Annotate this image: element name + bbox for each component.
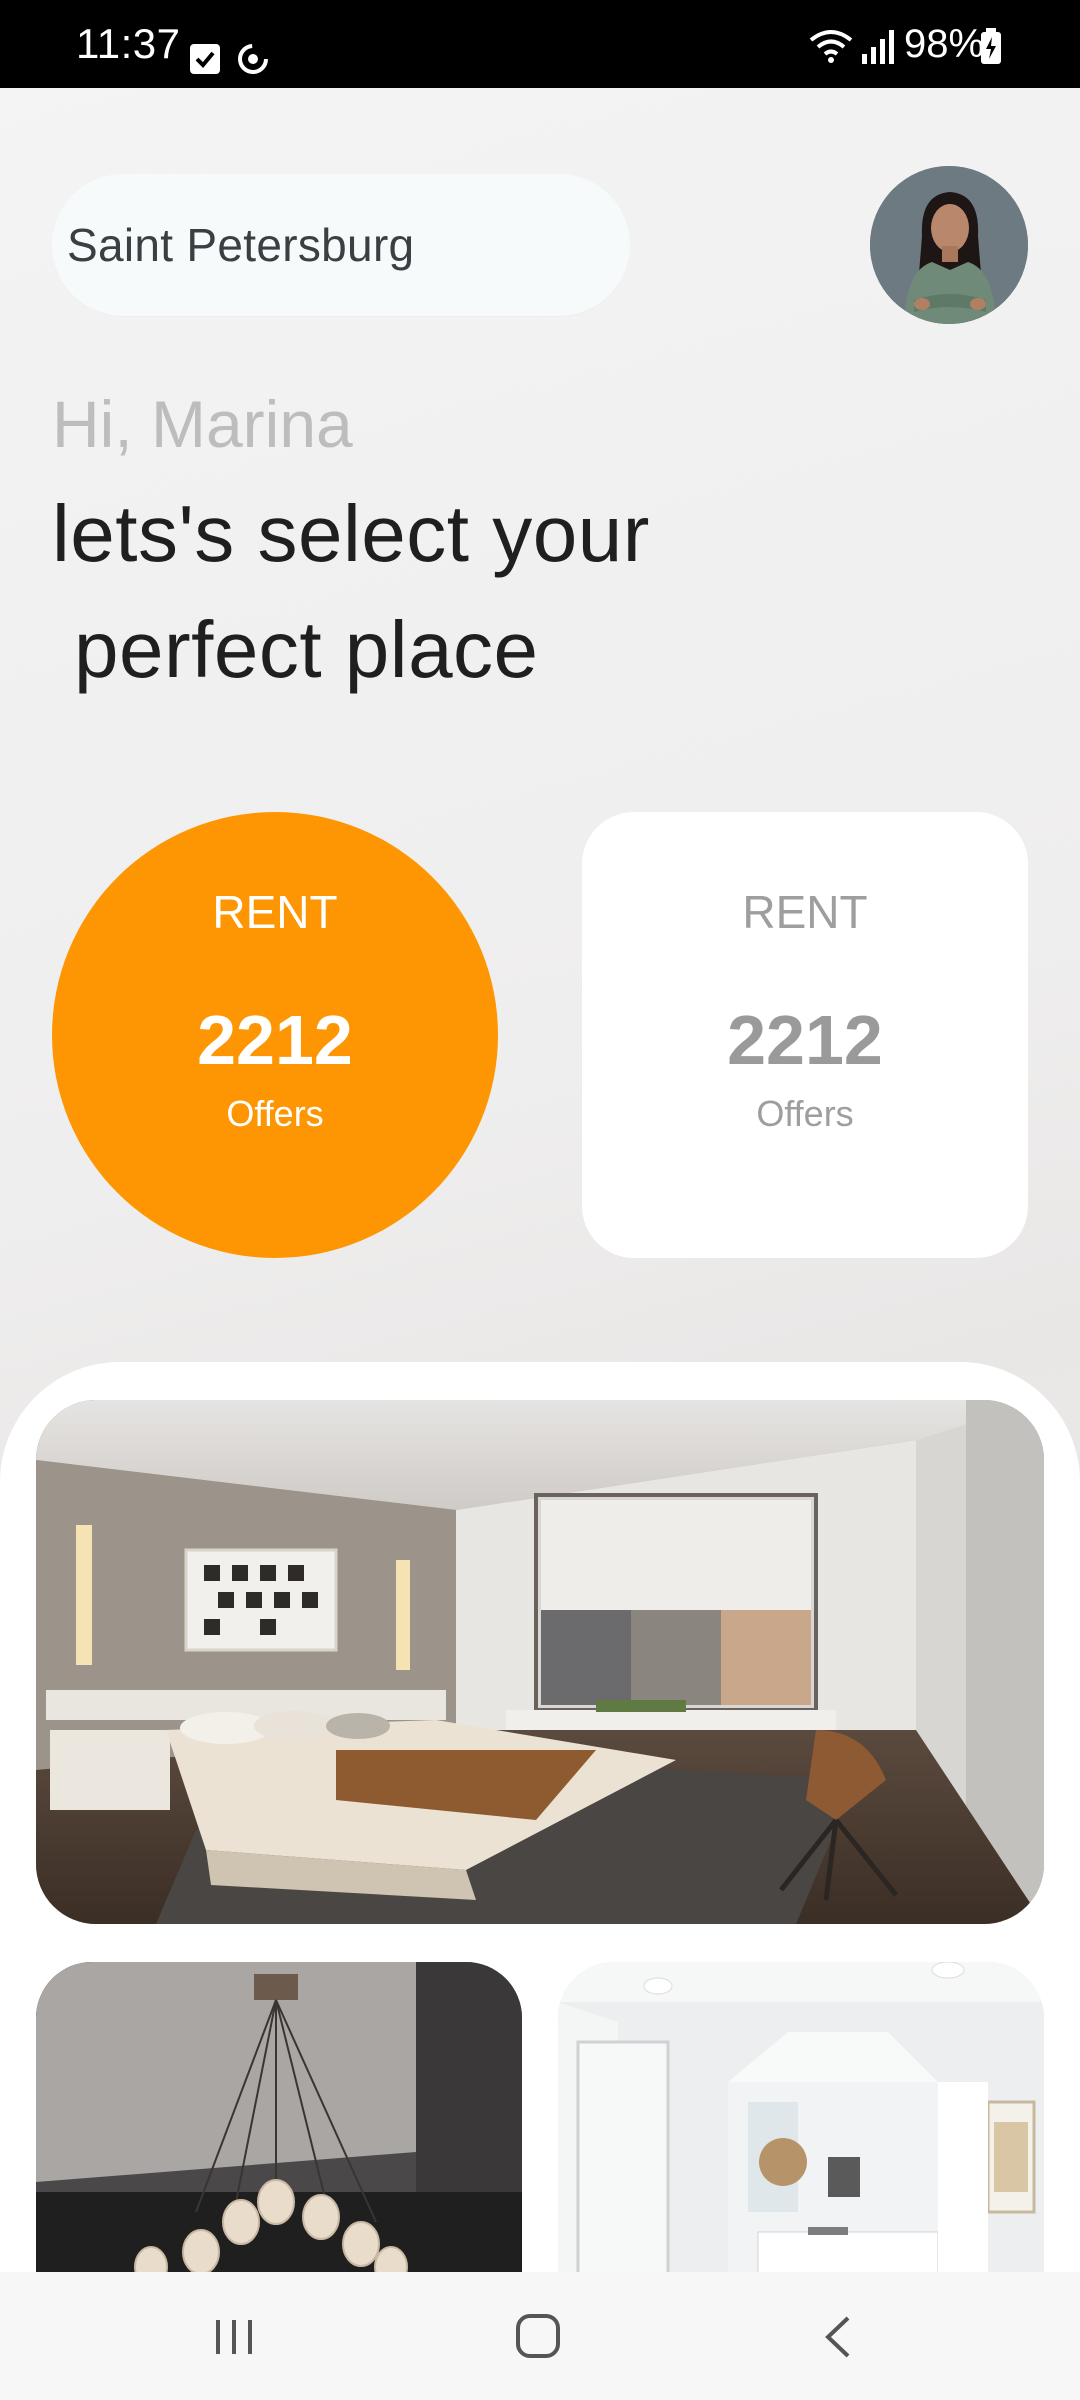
status-right-group: 98% (808, 14, 1008, 74)
offer-unit: Offers (226, 1093, 324, 1134)
offer-unit: Offers (756, 1093, 854, 1134)
back-icon[interactable] (818, 2312, 858, 2362)
kitchen-living-photo[interactable] (558, 1962, 1044, 2282)
chandelier-illustration (36, 1962, 522, 2282)
sync-icon (236, 42, 270, 76)
system-nav-bar (0, 2272, 1080, 2400)
checkbox-notification-icon (190, 44, 220, 74)
rent-offers-card[interactable]: RENT 2212 Offers (582, 812, 1028, 1258)
offer-label: RENT (742, 886, 868, 938)
offer-count: 2212 (727, 1001, 883, 1079)
bedroom-photo[interactable] (36, 1400, 1044, 1924)
avatar-portrait-icon (870, 166, 1028, 324)
battery-charging-icon (980, 28, 1002, 64)
headline-line-2: perfect place (74, 605, 539, 694)
signal-icon (860, 28, 896, 64)
greeting-text: Hi, Marina (52, 387, 353, 461)
recent-apps-icon[interactable] (210, 2312, 260, 2362)
location-selector[interactable]: Saint Petersburg (52, 174, 630, 316)
status-bar: 11:37 98% (0, 0, 1080, 88)
rent-offers-card-active[interactable]: RENT 2212 Offers (52, 812, 498, 1258)
home-icon[interactable] (512, 2310, 564, 2362)
wifi-icon (808, 28, 854, 64)
bedroom-illustration (36, 1400, 1044, 1924)
kitchen-illustration (558, 1962, 1044, 2282)
offer-label: RENT (212, 886, 338, 938)
location-label: Saint Petersburg (67, 219, 415, 271)
battery-percentage: 98% (904, 22, 985, 66)
status-time: 11:37 (76, 20, 181, 67)
offer-count: 2212 (197, 1001, 353, 1079)
headline-line-1: lets's select your (52, 489, 650, 578)
user-avatar[interactable] (870, 166, 1028, 324)
chandelier-room-photo[interactable] (36, 1962, 522, 2282)
